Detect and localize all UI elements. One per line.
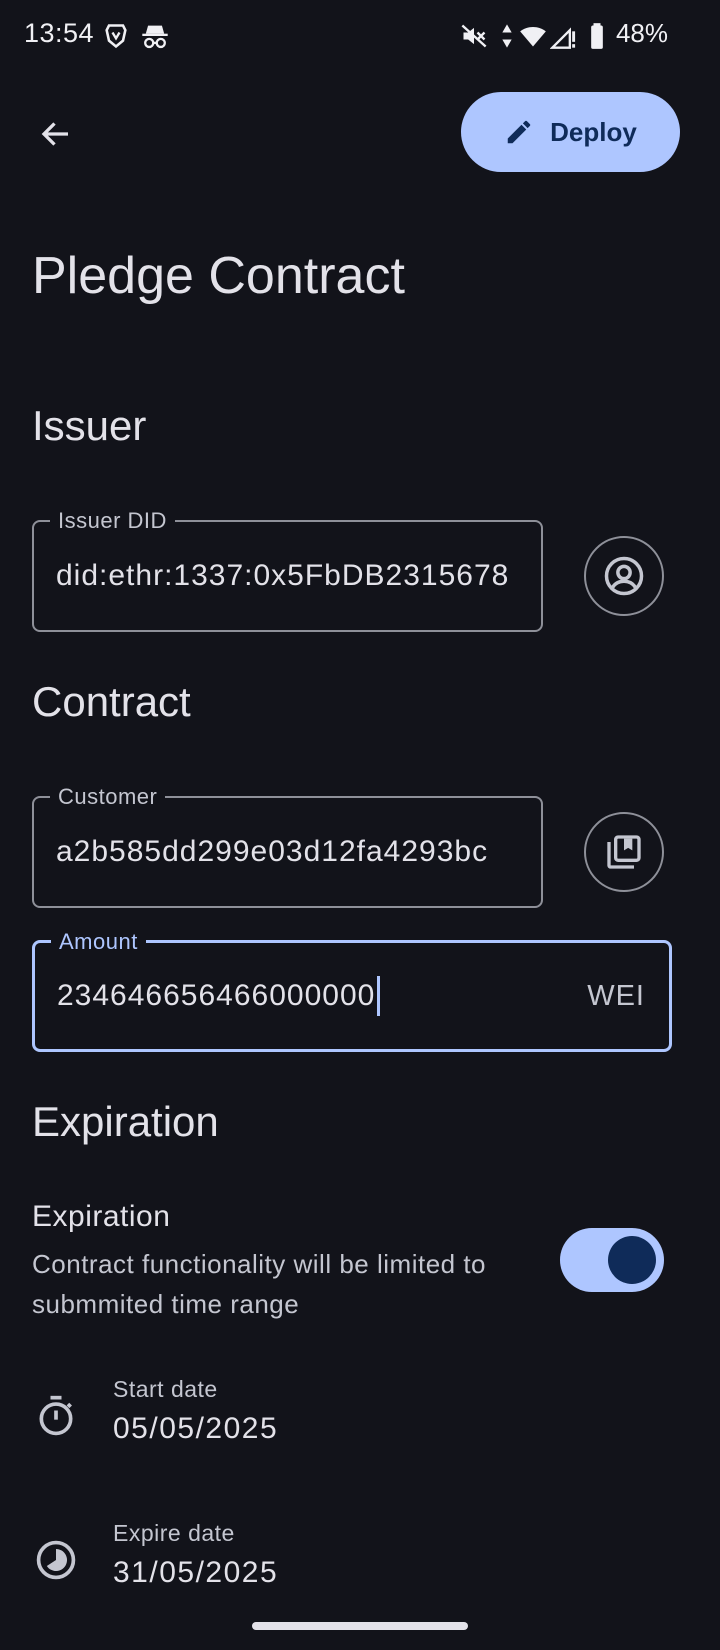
text-caret xyxy=(377,976,381,1016)
customer-field[interactable]: Customer a2b585dd299e03d12fa4293bc xyxy=(32,784,543,908)
amount-value: 234646656466000000 xyxy=(57,979,376,1012)
amount-unit-suffix: WEI xyxy=(587,979,645,1012)
select-issuer-button[interactable] xyxy=(584,536,664,616)
deploy-button[interactable]: Deploy xyxy=(461,92,680,172)
expire-date-value: 31/05/2025 xyxy=(113,1556,279,1589)
status-time: 13:54 xyxy=(24,18,95,48)
start-date-value: 05/05/2025 xyxy=(113,1412,279,1445)
data-arrows-icon xyxy=(500,22,516,50)
expiration-switch[interactable] xyxy=(560,1228,664,1292)
page-title: Pledge Contract xyxy=(32,247,405,305)
pencil-icon xyxy=(504,117,534,147)
back-button[interactable] xyxy=(28,106,84,162)
battery-icon xyxy=(588,22,606,50)
start-date-label: Start date xyxy=(113,1376,218,1402)
battery-percentage: 48% xyxy=(615,18,668,48)
screen: 13:54 48% Deploy Pledge Contract Issuer … xyxy=(0,0,720,1650)
expire-date-label: Expire date xyxy=(113,1520,235,1546)
incognito-icon xyxy=(140,22,168,50)
issuer-section-title: Issuer xyxy=(32,402,147,449)
timer-icon xyxy=(34,1394,78,1438)
contract-section-title: Contract xyxy=(32,678,191,725)
expiration-toggle-description: Contract functionality will be limited t… xyxy=(32,1249,487,1319)
issuer-did-field[interactable]: Issuer DID did:ethr:1337:0x5FbDB2315678 xyxy=(32,508,543,632)
arrow-back-icon xyxy=(41,122,68,146)
issuer-did-value: did:ethr:1337:0x5FbDB2315678 xyxy=(56,559,510,592)
brave-icon xyxy=(102,22,130,50)
clock-pie-icon xyxy=(34,1538,78,1582)
signal-icon xyxy=(549,22,578,50)
switch-thumb xyxy=(608,1236,656,1284)
expire-date-row[interactable]: Expire date 31/05/2025 xyxy=(0,1512,720,1612)
account-circle-icon xyxy=(604,556,644,596)
status-bar: 13:54 48% xyxy=(0,0,720,72)
mute-icon xyxy=(460,22,488,50)
customer-value: a2b585dd299e03d12fa4293bc xyxy=(56,835,489,868)
select-customer-button[interactable] xyxy=(584,812,664,892)
home-indicator[interactable] xyxy=(252,1622,468,1630)
deploy-label: Deploy xyxy=(550,116,637,147)
amount-field[interactable]: Amount 234646656466000000 WEI xyxy=(32,929,672,1052)
wifi-icon xyxy=(518,22,546,50)
expiration-section-title: Expiration xyxy=(32,1098,219,1145)
library-books-icon xyxy=(607,835,641,869)
expiration-toggle-title: Expiration xyxy=(32,1200,171,1233)
start-date-row[interactable]: Start date 05/05/2025 xyxy=(0,1368,720,1468)
